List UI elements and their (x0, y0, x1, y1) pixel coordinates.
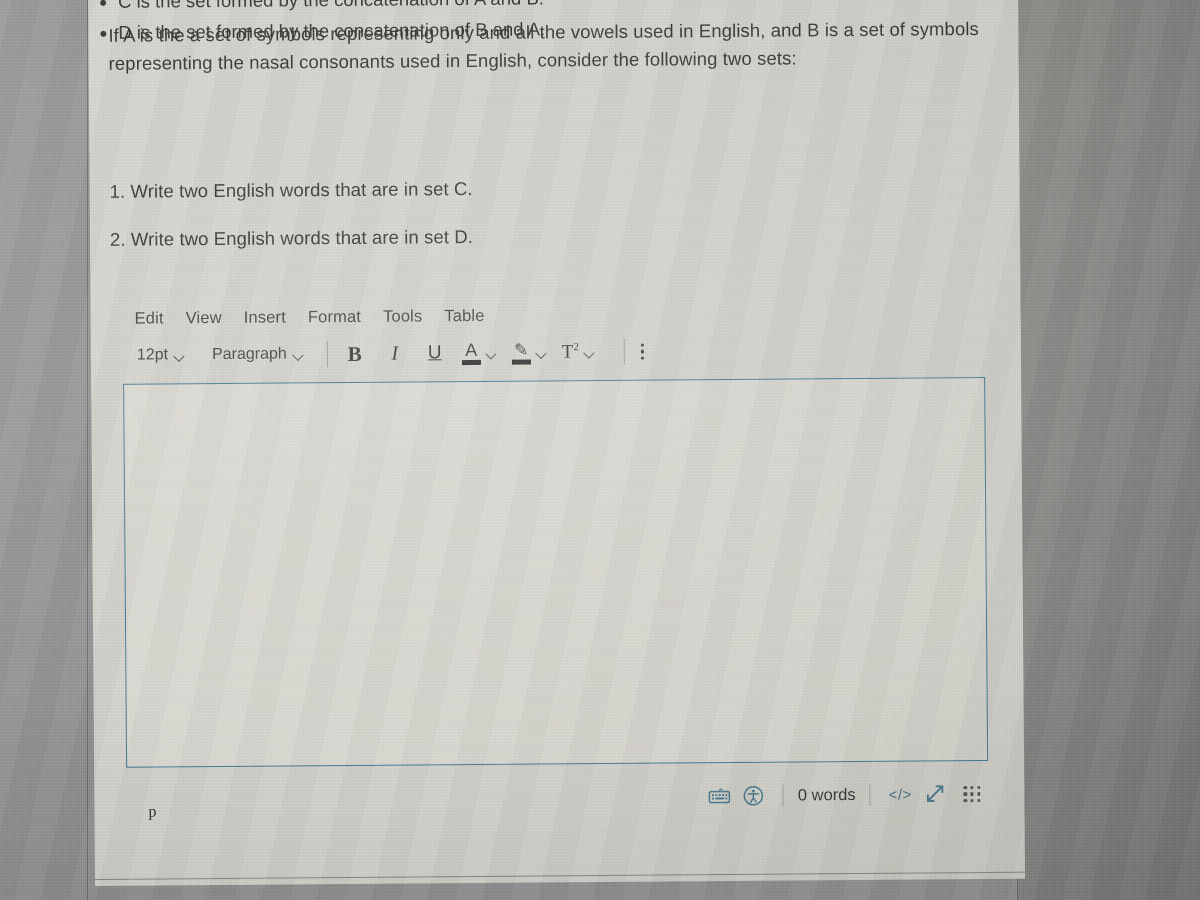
more-options-icon[interactable] (640, 343, 645, 360)
text-color-letter: A (465, 339, 478, 360)
task-item-2: 2. Write two English words that are in s… (109, 225, 474, 250)
text-color-swatch (461, 359, 481, 365)
highlighter-pen-icon: ✎ (511, 340, 531, 365)
screen-photograph: If A is the a set of symbols representin… (0, 0, 1200, 900)
superscript-exponent: 2 (573, 340, 579, 354)
menu-table[interactable]: Table (444, 306, 484, 325)
highlight-color-button[interactable]: ✎ (511, 337, 548, 367)
underline-button[interactable]: U (422, 338, 448, 368)
text-color-button[interactable]: A (461, 338, 498, 368)
quiz-question-card: If A is the a set of symbols representin… (88, 0, 1026, 886)
question-bullet-list: C is the set formed by the concatenation… (88, 0, 788, 48)
resize-grip-icon[interactable] (963, 785, 981, 803)
chevron-down-icon (294, 351, 305, 358)
page-right-margin (1018, 0, 1200, 900)
chevron-down-icon[interactable] (537, 349, 548, 356)
accessibility-checker-icon[interactable] (737, 781, 771, 811)
toolbar-divider (623, 338, 625, 365)
statusbar-divider (782, 784, 784, 807)
element-path-indicator[interactable]: p (148, 803, 156, 821)
keyboard-shortcuts-icon[interactable] (703, 781, 737, 811)
task-item-1: 1. Write two English words that are in s… (109, 177, 473, 202)
font-size-select[interactable]: 12pt (135, 343, 194, 367)
page-left-margin (0, 0, 88, 900)
highlighter-glyph: ✎ (514, 340, 529, 360)
fullscreen-expand-icon[interactable] (918, 779, 952, 809)
word-count-label: 0 words (797, 785, 856, 804)
html-editor-toggle[interactable]: </> (883, 786, 918, 803)
toolbar-divider (326, 341, 328, 368)
list-item: D is the set formed by the concatenation… (88, 12, 788, 48)
menu-insert[interactable]: Insert (244, 308, 286, 327)
statusbar-divider (869, 783, 871, 806)
menu-tools[interactable]: Tools (383, 307, 422, 326)
chevron-down-icon[interactable] (487, 349, 498, 356)
chevron-down-icon (175, 352, 186, 359)
text-color-icon: A (461, 339, 481, 365)
bold-button[interactable]: B (342, 339, 368, 369)
menu-view[interactable]: View (186, 308, 222, 327)
answer-text-area[interactable] (123, 376, 989, 768)
superscript-base: T (561, 341, 574, 363)
highlight-color-swatch (511, 359, 531, 365)
editor-toolbar: 12pt Paragraph B I U A ✎ T2 (125, 327, 995, 378)
editor-statusbar: p 0 words </> (128, 783, 990, 828)
italic-button[interactable]: I (382, 339, 408, 369)
block-format-select[interactable]: Paragraph (210, 342, 313, 367)
left-divider-line (87, 0, 88, 900)
menu-format[interactable]: Format (308, 307, 361, 326)
chevron-down-icon[interactable] (585, 349, 596, 356)
font-size-value: 12pt (136, 346, 169, 364)
block-format-value: Paragraph (211, 345, 287, 364)
menu-edit[interactable]: Edit (135, 309, 164, 328)
superscript-icon: T2 (562, 341, 579, 363)
rich-content-editor: Edit View Insert Format Tools Table 12pt… (123, 297, 998, 828)
superscript-button[interactable]: T2 (562, 337, 596, 367)
